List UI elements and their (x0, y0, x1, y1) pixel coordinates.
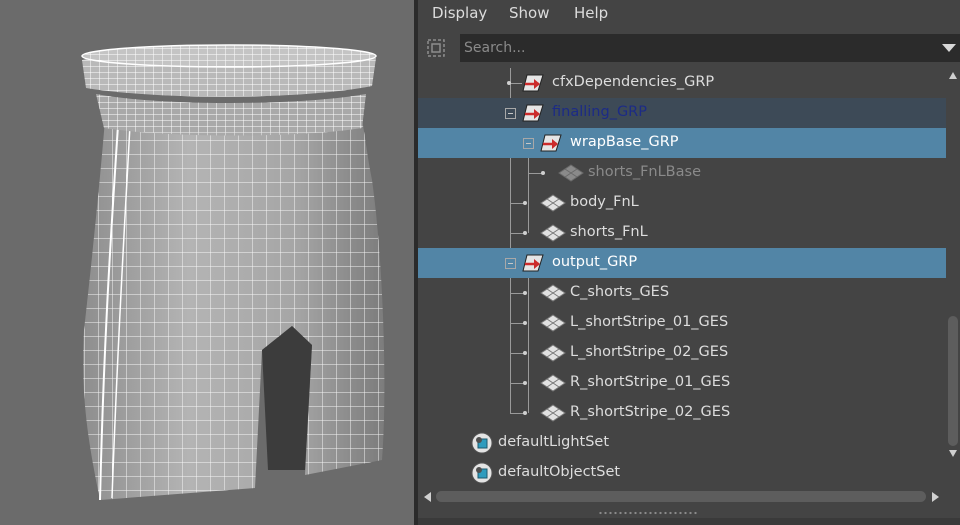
menu-display[interactable]: Display (432, 4, 487, 22)
transform-group-icon (522, 104, 544, 122)
tree-item-label: shorts_FnL (570, 224, 648, 240)
tree-row[interactable]: defaultLightSet (418, 428, 946, 458)
tree-node-dot (523, 291, 527, 295)
tree-node-dot (523, 231, 527, 235)
tree-row[interactable]: defaultObjectSet (418, 458, 946, 488)
collapse-icon[interactable] (505, 258, 516, 269)
scroll-down-icon[interactable] (949, 450, 957, 457)
tree-item-label: C_shorts_GES (570, 284, 670, 300)
search-row (418, 30, 960, 66)
tree-item-label: L_shortStripe_02_GES (570, 344, 729, 360)
tree-row[interactable]: L_shortStripe_01_GES (418, 308, 946, 338)
object-set-icon (471, 432, 493, 454)
tree-guide-line (510, 413, 524, 414)
filter-icon[interactable] (426, 38, 446, 58)
outliner-tree[interactable]: cfxDependencies_GRP finalling_GRP wrapBa… (418, 68, 946, 488)
panel-bottom-edge (418, 518, 960, 525)
tree-item-label: wrapBase_GRP (570, 134, 679, 150)
tree-guide-line (510, 233, 524, 234)
tree-guide-line (510, 323, 524, 324)
vertical-scrollbar[interactable] (946, 68, 960, 488)
tree-node-dot (541, 171, 545, 175)
tree-item-label: cfxDependencies_GRP (552, 74, 715, 90)
tree-guide-line (510, 203, 524, 204)
tree-row[interactable]: L_shortStripe_02_GES (418, 338, 946, 368)
scroll-up-icon[interactable] (949, 72, 957, 79)
tree-node-dot (523, 381, 527, 385)
tree-node-dot (523, 201, 527, 205)
tree-item-label: shorts_FnLBase (588, 164, 701, 180)
tree-row[interactable]: R_shortStripe_02_GES (418, 398, 946, 428)
shorts-wireframe-model (81, 44, 385, 501)
tree-item-label: defaultObjectSet (498, 464, 621, 480)
tree-node-dot (523, 351, 527, 355)
mesh-icon (540, 344, 566, 362)
tree-node-dot (523, 411, 527, 415)
scroll-left-icon[interactable] (424, 492, 431, 502)
tree-row[interactable]: finalling_GRP (418, 98, 946, 128)
tree-row[interactable]: body_FnL (418, 188, 946, 218)
scroll-thumb[interactable] (436, 491, 926, 502)
tree-node-dot (523, 321, 527, 325)
collapse-icon[interactable] (505, 108, 516, 119)
outliner-menubar: Display Show Help (418, 0, 960, 28)
tree-row[interactable]: cfxDependencies_GRP (418, 68, 946, 98)
transform-group-icon (540, 134, 562, 152)
tree-item-label: R_shortStripe_02_GES (570, 404, 731, 420)
tree-row[interactable]: C_shorts_GES (418, 278, 946, 308)
tree-item-label: finalling_GRP (552, 104, 647, 120)
menu-show[interactable]: Show (509, 4, 549, 22)
tree-guide-line (510, 293, 524, 294)
tree-guide-line (510, 83, 522, 84)
viewport-panel[interactable] (0, 0, 414, 525)
horizontal-scrollbar[interactable] (418, 488, 946, 506)
chevron-down-icon[interactable] (942, 44, 956, 52)
mesh-icon (540, 404, 566, 422)
mesh-icon (558, 164, 584, 182)
mesh-icon (540, 374, 566, 392)
tree-row[interactable]: shorts_FnL (418, 218, 946, 248)
resize-grip[interactable] (598, 511, 698, 515)
scroll-thumb[interactable] (948, 316, 958, 446)
tree-guide-line (528, 173, 542, 174)
transform-group-icon (522, 254, 544, 272)
mesh-icon (540, 284, 566, 302)
tree-item-label: R_shortStripe_01_GES (570, 374, 731, 390)
tree-item-label: output_GRP (552, 254, 638, 270)
search-input[interactable] (460, 34, 960, 62)
tree-guide-line (510, 383, 524, 384)
transform-group-icon (522, 74, 544, 92)
scroll-right-icon[interactable] (932, 492, 939, 502)
tree-item-label: defaultLightSet (498, 434, 610, 450)
outliner-panel: Display Show Help cfxDependencies_GRP (418, 0, 960, 525)
tree-row[interactable]: shorts_FnLBase (418, 158, 946, 188)
tree-item-label: body_FnL (570, 194, 639, 210)
mesh-icon (540, 224, 566, 242)
tree-guide-line (510, 353, 524, 354)
tree-node-dot (507, 81, 511, 85)
tree-item-label: L_shortStripe_01_GES (570, 314, 729, 330)
mesh-icon (540, 314, 566, 332)
tree-row[interactable]: wrapBase_GRP (418, 128, 946, 158)
mesh-icon (540, 194, 566, 212)
object-set-icon (471, 462, 493, 484)
menu-help[interactable]: Help (574, 4, 608, 22)
tree-row[interactable]: output_GRP (418, 248, 946, 278)
tree-row[interactable]: R_shortStripe_01_GES (418, 368, 946, 398)
collapse-icon[interactable] (523, 138, 534, 149)
